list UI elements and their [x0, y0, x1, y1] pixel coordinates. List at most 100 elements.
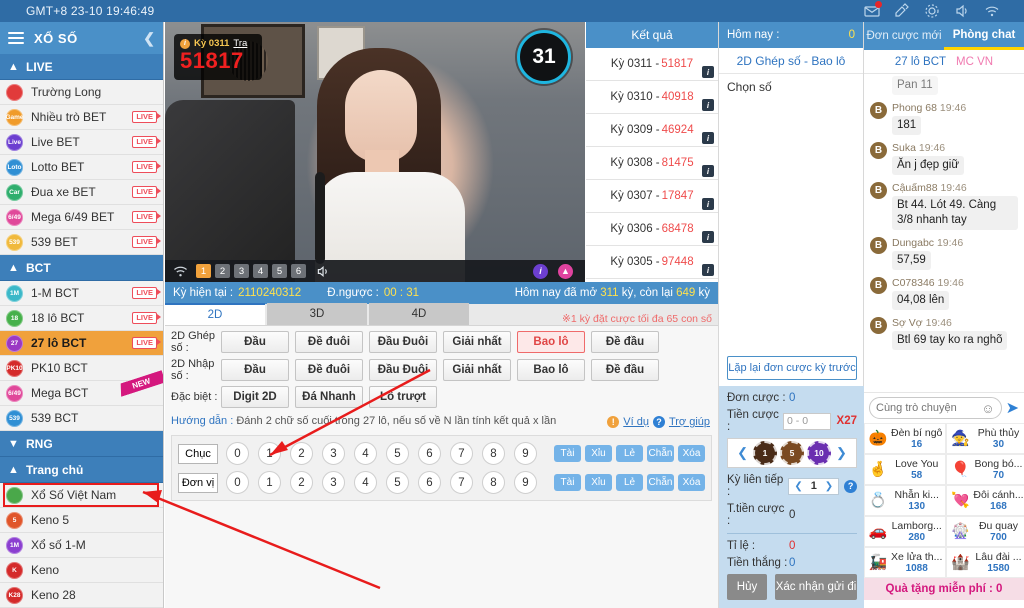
- chip-5[interactable]: 5: [780, 441, 804, 465]
- bet-option--u[interactable]: Đề đầu: [591, 359, 659, 381]
- tab-3d[interactable]: 3D: [267, 303, 367, 325]
- digit-button-5[interactable]: 5: [386, 442, 409, 465]
- result-row[interactable]: Kỳ 0308 - 81475 i: [586, 147, 718, 180]
- avatar[interactable]: B: [870, 237, 887, 254]
- ticket-icon[interactable]: [894, 3, 910, 19]
- sidebar-item-x-s-1-m[interactable]: 1M Xổ số 1-M: [0, 533, 163, 558]
- bet-option-gi-i-nh-t[interactable]: Giải nhất: [443, 359, 511, 381]
- numpad-action-t-i[interactable]: Tài: [554, 445, 581, 462]
- tab-chat-room[interactable]: Phòng chat: [944, 22, 1024, 50]
- cancel-button[interactable]: Hủy: [727, 574, 767, 600]
- numpad-action-ch-n[interactable]: Chẵn: [647, 474, 674, 491]
- bet-slip-actions[interactable]: Hủy Xác nhận gửi đi: [727, 574, 857, 600]
- bet-option-l-tr-t[interactable]: Lô trượt: [369, 386, 437, 408]
- sidebar-item-keno-5[interactable]: 5 Keno 5: [0, 508, 163, 533]
- chevron-right-icon[interactable]: ❯: [834, 445, 849, 461]
- gift-item[interactable]: 🎡 Đu quay 700: [946, 516, 1024, 547]
- sidebar-header[interactable]: XỔ SỐ ❮: [0, 22, 163, 54]
- confirm-button[interactable]: Xác nhận gửi đi: [775, 574, 857, 600]
- send-icon[interactable]: ➤: [1006, 398, 1019, 418]
- avatar[interactable]: B: [870, 277, 887, 294]
- bet-option-gi-i-nh-t[interactable]: Giải nhất: [443, 331, 511, 353]
- avatar[interactable]: B: [870, 142, 887, 159]
- bet-type-tabs[interactable]: 2D 3D 4D ※1 kỳ đặt cược tối đa 65 con số: [165, 303, 718, 326]
- tab-2d[interactable]: 2D: [165, 303, 265, 325]
- tab-new-bets[interactable]: Đơn cược mới: [864, 22, 944, 50]
- bet-option-digit-2d[interactable]: Digit 2D: [221, 386, 289, 408]
- video-quality-levels[interactable]: 123456: [196, 264, 306, 278]
- numpad-action-x-a[interactable]: Xóa: [678, 474, 705, 491]
- smiley-icon[interactable]: ☺: [981, 401, 994, 416]
- digit-button-7[interactable]: 7: [450, 471, 473, 494]
- live-video-player[interactable]: i Kỳ 0311 Tra 51817 31 123456 i ▲: [165, 22, 585, 282]
- info-icon[interactable]: i: [702, 165, 714, 177]
- stats-icon[interactable]: ▲: [558, 263, 573, 279]
- bet-amount-input[interactable]: 0 - 0: [783, 412, 831, 430]
- sidebar-item-mega-bct[interactable]: 6/49 Mega BCT NEW: [0, 381, 163, 406]
- gift-item[interactable]: 🧙 Phù thủy 30: [946, 423, 1024, 454]
- digit-button-6[interactable]: 6: [418, 471, 441, 494]
- result-row[interactable]: Kỳ 0307 - 17847 i: [586, 180, 718, 213]
- chat-room-game[interactable]: 27 lô BCT: [895, 56, 946, 68]
- video-quality-2[interactable]: 2: [215, 264, 230, 278]
- sidebar-group-rng[interactable]: ▼ RNG: [0, 431, 163, 457]
- free-gift-bar[interactable]: Quà tặng miễn phí : 0: [864, 578, 1024, 600]
- bet-option--nhanh[interactable]: Đá Nhanh: [295, 386, 363, 408]
- video-quality-3[interactable]: 3: [234, 264, 249, 278]
- numpad-action-x-a[interactable]: Xóa: [678, 445, 705, 462]
- chat-input-field[interactable]: ☺: [869, 397, 1002, 419]
- result-row[interactable]: Kỳ 0310 - 40918 i: [586, 81, 718, 114]
- chip-10[interactable]: 10: [807, 441, 831, 465]
- digit-button-8[interactable]: 8: [482, 442, 505, 465]
- tab-4d[interactable]: 4D: [369, 303, 469, 325]
- numpad-action-l-[interactable]: Lẻ: [616, 445, 643, 462]
- question-icon[interactable]: ?: [844, 479, 857, 493]
- sidebar-item-1-m-bct[interactable]: 1M 1-M BCT LIVE: [0, 281, 163, 306]
- bet-option--u[interactable]: Đề đầu: [591, 331, 659, 353]
- sidebar-item-keno[interactable]: K Keno: [0, 558, 163, 583]
- gift-item[interactable]: 🚗 Lamborg... 280: [864, 516, 947, 547]
- digit-button-0[interactable]: 0: [226, 442, 249, 465]
- sidebar-item-tr-ng-long[interactable]: Trường Long: [0, 80, 163, 105]
- chip-selector[interactable]: ❮ 1 5 10 ❯: [727, 438, 857, 468]
- result-row[interactable]: Kỳ 0305 - 97448 i: [586, 246, 718, 279]
- numpad-action-x-u[interactable]: Xỉu: [585, 474, 612, 491]
- video-quality-5[interactable]: 5: [272, 264, 287, 278]
- volume-icon[interactable]: [316, 265, 331, 278]
- digit-button-1[interactable]: 1: [258, 471, 281, 494]
- sidebar-group-bct[interactable]: ▲ BCT: [0, 255, 163, 281]
- info-icon[interactable]: i: [702, 264, 714, 276]
- numpad-action-x-u[interactable]: Xỉu: [585, 445, 612, 462]
- sidebar[interactable]: XỔ SỐ ❮ ▲ LIVE Trường Long Game Nhiều trò BE…: [0, 22, 164, 608]
- consecutive-rounds-stepper[interactable]: ❮ 1 ❯: [788, 477, 840, 495]
- bet-option--u[interactable]: Đầu: [221, 359, 289, 381]
- gear-icon[interactable]: [924, 3, 940, 19]
- bet-option--u[interactable]: Đầu: [221, 331, 289, 353]
- avatar[interactable]: B: [870, 182, 887, 199]
- bet-option-bao-l-[interactable]: Bao lô: [517, 331, 585, 353]
- info-icon[interactable]: i: [702, 132, 714, 144]
- avatar[interactable]: B: [870, 102, 887, 119]
- volume-icon[interactable]: [954, 3, 970, 19]
- digit-button-2[interactable]: 2: [290, 442, 313, 465]
- sidebar-group-live[interactable]: ▲ LIVE: [0, 54, 163, 80]
- info-icon[interactable]: i: [533, 263, 548, 279]
- digit-button-8[interactable]: 8: [482, 471, 505, 494]
- repeat-last-bet-button[interactable]: Lặp lại đơn cược kỳ trước: [727, 356, 857, 380]
- numpad-action-ch-n[interactable]: Chẵn: [647, 445, 674, 462]
- bet-option-bao-l-[interactable]: Bao lô: [517, 359, 585, 381]
- menu-icon[interactable]: [8, 32, 24, 44]
- result-row[interactable]: Kỳ 0311 - 51817 i: [586, 48, 718, 81]
- gift-item[interactable]: 🎈 Bong bó... 70: [946, 454, 1024, 485]
- numpad-action-t-i[interactable]: Tài: [554, 474, 581, 491]
- digit-button-5[interactable]: 5: [386, 471, 409, 494]
- example-link[interactable]: Ví dụ: [623, 416, 649, 428]
- bet-option--u-i[interactable]: Đề đuôi: [295, 331, 363, 353]
- number-pad-rows[interactable]: Chục 0 1 2 3 4 5 6 7 8 9 Tài Xỉu Lẻ Chẵn Xóa Đơn vị 0 1 2 3 4…: [178, 442, 705, 494]
- sidebar-item-27-l-bct[interactable]: 27 27 lô BCT LIVE: [0, 331, 163, 356]
- chat-input-bar[interactable]: ☺ ➤: [864, 392, 1024, 423]
- sidebar-item-539-bct[interactable]: 539 539 BCT: [0, 406, 163, 431]
- sidebar-item--ua-xe-bet[interactable]: Car Đua xe BET LIVE: [0, 180, 163, 205]
- digit-button-7[interactable]: 7: [450, 442, 473, 465]
- stepper-decrement[interactable]: ❮: [791, 481, 805, 492]
